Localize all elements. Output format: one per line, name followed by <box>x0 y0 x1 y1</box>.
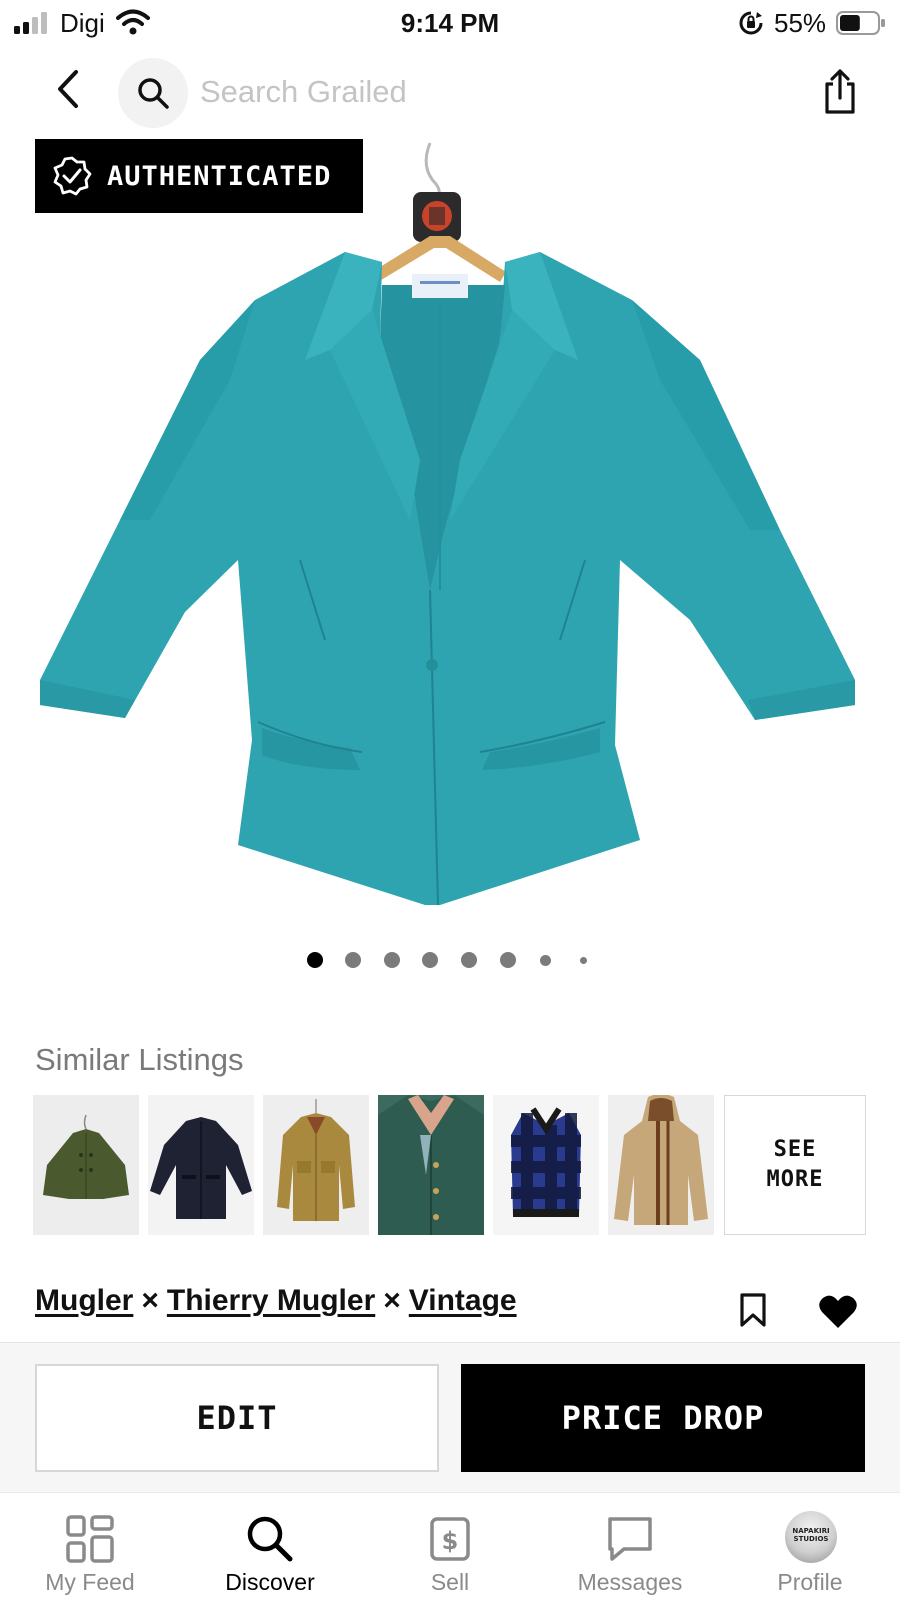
tab-label: Messages <box>577 1569 683 1595</box>
avatar-logo-text: NAPAKIRI STUDIOS <box>792 1527 830 1543</box>
hooded-parka-photo <box>608 1095 714 1235</box>
verified-seal-icon <box>53 156 92 196</box>
price-drop-button[interactable]: PRICE DROP <box>461 1364 865 1472</box>
avatar: NAPAKIRI STUDIOS <box>785 1511 837 1563</box>
search-button[interactable] <box>118 58 188 128</box>
search-input[interactable] <box>200 68 760 116</box>
similar-listing-thumb[interactable] <box>493 1095 599 1235</box>
tan-field-jacket-photo <box>263 1095 369 1235</box>
page-dot[interactable] <box>422 952 438 968</box>
page-dot[interactable] <box>540 955 551 966</box>
feed-grid-icon <box>66 1515 114 1563</box>
similar-listing-thumb[interactable] <box>263 1095 369 1235</box>
search-icon <box>247 1516 293 1562</box>
product-image[interactable] <box>0 134 900 924</box>
chat-bubble-icon <box>608 1517 652 1561</box>
similar-listing-thumb[interactable] <box>378 1095 484 1235</box>
tab-label: Sell <box>430 1569 470 1595</box>
image-pagination <box>0 950 900 970</box>
tab-messages[interactable]: Messages <box>540 1493 720 1600</box>
edit-button[interactable]: EDIT <box>35 1364 439 1472</box>
battery-percent: 55% <box>774 8 827 38</box>
tab-label: Profile <box>777 1569 843 1595</box>
clock: 9:14 PM <box>400 8 500 38</box>
designer-separator: × <box>383 1284 401 1317</box>
tab-label: My Feed <box>45 1569 135 1595</box>
tab-label: Discover <box>225 1569 315 1595</box>
navy-jacket-photo <box>148 1095 254 1235</box>
page-dot[interactable] <box>307 952 323 968</box>
back-button[interactable] <box>50 64 86 114</box>
olive-cape-coat-photo <box>33 1095 139 1235</box>
page-dot[interactable] <box>500 952 516 968</box>
designer-link[interactable]: Vintage <box>409 1284 517 1317</box>
similar-listings-title: Similar Listings <box>35 1042 244 1077</box>
dollar-tag-icon: $ <box>430 1517 470 1561</box>
page-dot[interactable] <box>345 952 361 968</box>
similar-listing-thumb[interactable] <box>148 1095 254 1235</box>
authenticated-badge: AUTHENTICATED <box>35 139 363 213</box>
tab-discover[interactable]: Discover <box>180 1493 360 1600</box>
authenticated-label: AUTHENTICATED <box>107 160 332 192</box>
cardigan-photo <box>0 134 900 924</box>
see-more-button[interactable]: SEE MORE <box>724 1095 866 1235</box>
page-dot[interactable] <box>461 952 477 968</box>
page-dot[interactable] <box>580 957 587 964</box>
heart-button[interactable] <box>818 1294 858 1330</box>
status-bar: Digi 9:14 PM 55% <box>0 0 900 46</box>
search-icon <box>138 78 169 109</box>
tab-bar: My Feed Discover $ Sell Messages NAPAKIR… <box>0 1492 900 1600</box>
bookmark-button[interactable] <box>738 1292 768 1328</box>
battery-icon <box>836 11 885 35</box>
page-dot[interactable] <box>384 952 400 968</box>
tab-my-feed[interactable]: My Feed <box>0 1493 180 1600</box>
similar-listing-thumb[interactable] <box>33 1095 139 1235</box>
tab-sell[interactable]: $ Sell <box>360 1493 540 1600</box>
green-velvet-jacket-photo <box>378 1095 484 1235</box>
rotation-lock-icon <box>739 11 763 35</box>
designer-link[interactable]: Thierry Mugler <box>167 1284 375 1317</box>
svg-text:$: $ <box>442 1527 459 1555</box>
designer-link[interactable]: Mugler <box>35 1284 133 1317</box>
designer-separator: × <box>141 1284 159 1317</box>
plaid-vest-photo <box>493 1095 599 1235</box>
similar-listing-thumb[interactable] <box>608 1095 714 1235</box>
share-button[interactable] <box>820 68 860 116</box>
tab-profile[interactable]: NAPAKIRI STUDIOS Profile <box>720 1493 900 1600</box>
designer-links: Mugler × Thierry Mugler × Vintage <box>35 1284 517 1318</box>
